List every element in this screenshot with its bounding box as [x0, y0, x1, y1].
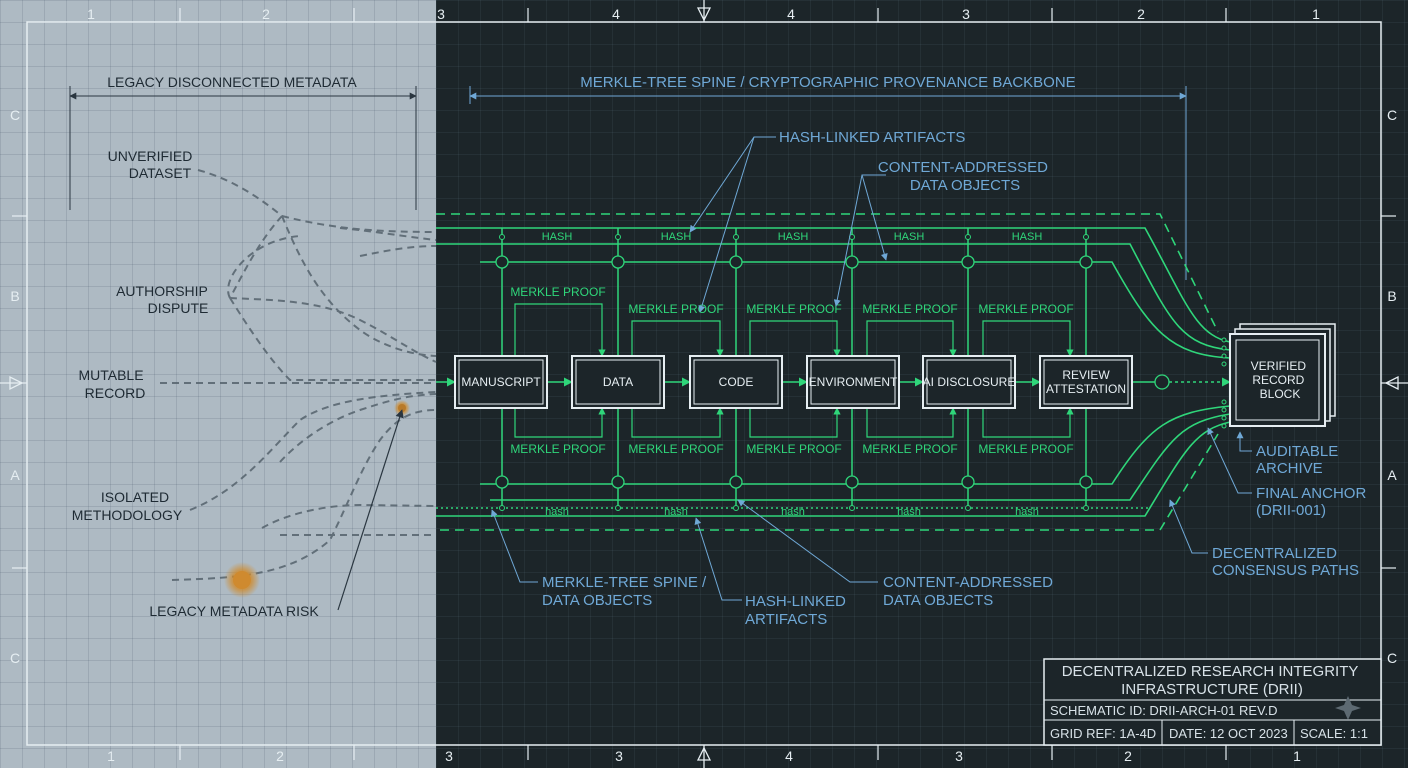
frame-row-letter: C — [1387, 650, 1397, 666]
hash-linked-top-label: HASH-LINKED ARTIFACTS — [779, 129, 965, 146]
hash-label: HASH — [1012, 231, 1043, 243]
merkle-proof-label: MERKLE PROOF — [978, 442, 1073, 456]
frame-row-letter: A — [10, 467, 20, 483]
mutable-record-label: MUTABLE RECORD — [78, 367, 145, 401]
merkle-proof-label: MERKLE PROOF — [978, 302, 1073, 316]
merkle-proof-label: MERKLE PROOF — [628, 442, 723, 456]
hash-label: hash — [664, 506, 688, 518]
hash-label: HASH — [778, 231, 809, 243]
frame-row-letter: A — [1387, 467, 1397, 483]
legacy-section: LEGACY DISCONNECTED METADATA UNVERIFIED D… — [69, 74, 437, 619]
frame-row-letter: C — [1387, 107, 1397, 123]
legacy-risk-label: LEGACY METADATA RISK — [149, 603, 319, 619]
hash-label: hash — [897, 506, 921, 518]
frame-column-number: 2 — [276, 748, 284, 764]
merkle-proof-label: MERKLE PROOF — [510, 285, 605, 299]
frame-column-number: 4 — [787, 6, 795, 22]
content-addressed-top-label: CONTENT-ADDRESSED DATA OBJECTS — [878, 159, 1052, 194]
frame-column-number: 3 — [437, 6, 445, 22]
frame-column-number: 3 — [615, 748, 623, 764]
unverified-dataset-label: UNVERIFIED DATASET — [108, 148, 193, 181]
authorship-dispute-label: AUTHORSHIP DISPUTE — [116, 283, 208, 316]
verified-record-block: VERIFIED RECORD BLOCK — [1229, 323, 1336, 427]
merkle-spine-bottom-label: MERKLE-TREE SPINE / DATA OBJECTS — [542, 574, 710, 609]
frame-column-number: 1 — [1312, 6, 1320, 22]
node-label: ENVIRONMENT — [809, 375, 898, 389]
node-label: REVIEW — [1062, 368, 1110, 382]
hash-label: hash — [1015, 506, 1039, 518]
node-label: MANUSCRIPT — [461, 375, 541, 389]
frame-column-number: 2 — [262, 6, 270, 22]
auditable-archive-label: AUDITABLE ARCHIVE — [1256, 443, 1342, 477]
isolated-methodology-label: ISOLATED METHODOLOGY — [72, 489, 183, 523]
title-block: DECENTRALIZED RESEARCH INTEGRITY INFRAST… — [1043, 658, 1382, 746]
frame-row-letter: B — [10, 288, 19, 304]
frame-row-letter: C — [10, 107, 20, 123]
frame-row-letter: C — [10, 650, 20, 666]
final-anchor-label: FINAL ANCHOR (DRII-001) — [1256, 485, 1370, 519]
hash-label: HASH — [542, 231, 573, 243]
legacy-title: LEGACY DISCONNECTED METADATA — [107, 74, 357, 90]
merkle-proof-label: MERKLE PROOF — [746, 442, 841, 456]
merkle-proof-label: MERKLE PROOF — [862, 302, 957, 316]
frame-column-number: 1 — [107, 748, 115, 764]
hash-label: HASH — [661, 231, 692, 243]
node-label: AI DISCLOSURE — [923, 375, 1016, 389]
merkle-proof-label: MERKLE PROOF — [628, 302, 723, 316]
merkle-proof-label: MERKLE PROOF — [510, 442, 605, 456]
frame-column-number: 3 — [962, 6, 970, 22]
node-label: DATA — [603, 375, 633, 389]
node-label: ATTESTATION — [1046, 382, 1126, 396]
frame-column-number: 4 — [785, 748, 793, 764]
hash-linked-bottom-label: HASH-LINKED ARTIFACTS — [745, 593, 850, 628]
content-addressed-bottom-label: CONTENT-ADDRESSED DATA OBJECTS — [883, 574, 1057, 609]
frame-column-number: 3 — [445, 748, 453, 764]
frame-column-number: 2 — [1124, 748, 1132, 764]
architecture-diagram: 1 2 3 4 4 3 2 1 1 2 3 3 4 3 2 1 C B A C C B A C LEGACY DISCONNE… — [0, 0, 1408, 768]
schematic-id: SCHEMATIC ID: DRII-ARCH-01 REV.D — [1050, 703, 1278, 718]
hash-label: HASH — [894, 231, 925, 243]
frame-column-number: 1 — [87, 6, 95, 22]
hash-label: hash — [781, 506, 805, 518]
schematic-canvas: 1 2 3 4 4 3 2 1 1 2 3 3 4 3 2 1 C B A C C B A C LEGACY DISCONNE… — [0, 0, 1408, 768]
drawing-scale: SCALE: 1:1 — [1300, 726, 1368, 741]
consensus-paths-label: DECENTRALIZED CONSENSUS PATHS — [1212, 545, 1359, 579]
node-label: CODE — [719, 375, 754, 389]
merkle-proof-label: MERKLE PROOF — [746, 302, 841, 316]
frame-column-number: 2 — [1137, 6, 1145, 22]
merkle-proof-label: MERKLE PROOF — [862, 442, 957, 456]
spine-title: MERKLE-TREE SPINE / CRYPTOGRAPHIC PROVEN… — [580, 74, 1075, 91]
frame-column-number: 4 — [612, 6, 620, 22]
drawing-date: DATE: 12 OCT 2023 — [1169, 726, 1288, 741]
grid-ref: GRID REF: 1A-4D — [1050, 726, 1156, 741]
frame-column-number: 1 — [1293, 748, 1301, 764]
frame-column-number: 3 — [955, 748, 963, 764]
frame-row-letter: B — [1387, 288, 1396, 304]
hash-label: hash — [545, 506, 569, 518]
